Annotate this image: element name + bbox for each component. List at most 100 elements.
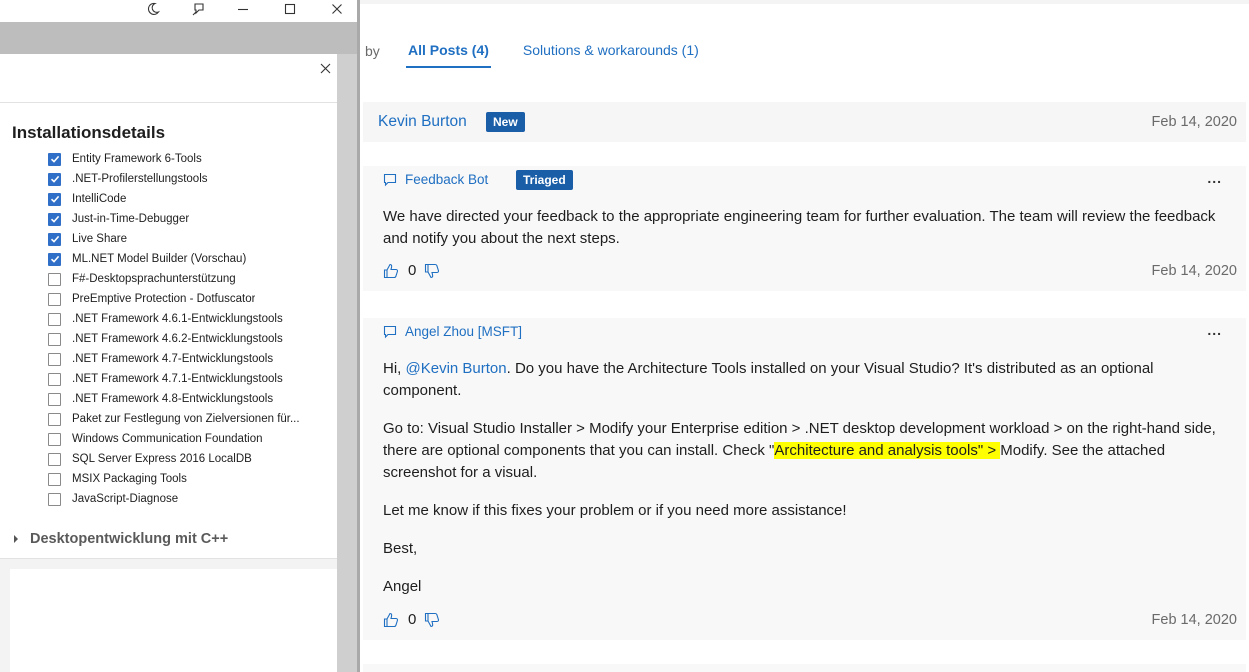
component-checkbox[interactable] [48, 172, 61, 186]
top-border [360, 0, 1249, 4]
component-label: .NET Framework 4.8-Entwicklungstools [72, 393, 274, 405]
component-item[interactable]: MSIX Packaging Tools [48, 469, 333, 489]
comment-icon [383, 325, 397, 339]
component-label: Paket zur Festlegung von Zielversionen f… [72, 413, 300, 425]
thumbs-up-icon[interactable] [383, 263, 399, 279]
thumbs-down-icon[interactable] [424, 612, 440, 628]
component-label: Windows Communication Foundation [72, 433, 263, 445]
component-item[interactable]: .NET-Profilerstellungstools [48, 169, 333, 189]
comment-paragraph: Go to: Visual Studio Installer > Modify … [383, 418, 1223, 484]
component-item[interactable]: .NET Framework 4.8-Entwicklungstools [48, 389, 333, 409]
component-checkbox[interactable] [48, 272, 61, 286]
feedback-page: by All Posts (4) Solutions & workarounds… [360, 0, 1249, 672]
panel-close-button[interactable] [316, 59, 334, 77]
component-checkbox[interactable] [48, 372, 61, 386]
component-checkbox[interactable] [48, 192, 61, 206]
component-checkbox[interactable] [48, 312, 61, 326]
comment-card: Angel Zhou [MSFT] ... Hi, @Kevin Burton.… [363, 318, 1246, 640]
component-checkbox[interactable] [48, 332, 61, 346]
component-label: .NET Framework 4.6.2-Entwicklungstools [72, 333, 283, 345]
component-item[interactable]: SQL Server Express 2016 LocalDB [48, 449, 333, 469]
component-checkbox[interactable] [48, 492, 61, 506]
component-checkbox[interactable] [48, 212, 61, 226]
comment-body: Hi, @Kevin Burton. Do you have the Archi… [383, 358, 1223, 614]
status-badge-triaged: Triaged [516, 170, 573, 190]
maximize-icon [284, 3, 296, 15]
component-checkbox[interactable] [48, 232, 61, 246]
workload-cpp-label: Desktopentwicklung mit C++ [30, 531, 229, 547]
component-item[interactable]: F#-Desktopsprachunterstützung [48, 269, 333, 289]
comment-header: Feedback Bot Triaged ... [363, 166, 1246, 192]
component-item[interactable]: .NET Framework 4.6.2-Entwicklungstools [48, 329, 333, 349]
close-icon [332, 4, 342, 14]
component-checkbox[interactable] [48, 392, 61, 406]
post-author-bar: Kevin Burton New Feb 14, 2020 [363, 102, 1246, 142]
comment-date: Feb 14, 2020 [1151, 263, 1237, 279]
tab-solutions-workarounds[interactable]: Solutions & workarounds (1) [521, 42, 701, 68]
component-label: JavaScript-Diagnose [72, 493, 179, 505]
commenter-link[interactable]: Angel Zhou [MSFT] [405, 324, 522, 339]
checkmark-icon [50, 235, 59, 243]
component-item[interactable]: JavaScript-Diagnose [48, 489, 333, 509]
component-checkbox[interactable] [48, 252, 61, 266]
moon-icon [147, 2, 160, 15]
component-item[interactable]: .NET Framework 4.7.1-Entwicklungstools [48, 369, 333, 389]
theme-button[interactable] [138, 0, 168, 18]
component-item[interactable]: PreEmptive Protection - Dotfuscator [48, 289, 333, 309]
tab-all-posts[interactable]: All Posts (4) [406, 42, 491, 68]
vote-controls: 0 [383, 611, 440, 628]
comment-icon [383, 173, 397, 187]
feedback-button[interactable] [183, 0, 213, 18]
post-author-link[interactable]: Kevin Burton [378, 113, 467, 131]
highlighted-text: Architecture and analysis tools" > [774, 442, 1001, 459]
mention-link[interactable]: @Kevin Burton [406, 360, 507, 377]
maximize-button[interactable] [275, 0, 305, 18]
component-item[interactable]: .NET Framework 4.7-Entwicklungstools [48, 349, 333, 369]
greeting-text: Hi, [383, 360, 406, 377]
vote-count: 0 [408, 262, 417, 279]
component-item[interactable]: Paket zur Festlegung von Zielversionen f… [48, 409, 333, 429]
component-checkbox[interactable] [48, 472, 61, 486]
component-item[interactable]: Just-in-Time-Debugger [48, 209, 333, 229]
component-checkbox[interactable] [48, 452, 61, 466]
component-label: MSIX Packaging Tools [72, 473, 187, 485]
workload-cpp-row[interactable]: Desktopentwicklung mit C++ [14, 529, 228, 549]
component-label: Entity Framework 6-Tools [72, 153, 202, 165]
comment-signature: Angel [383, 578, 422, 595]
component-checkbox[interactable] [48, 412, 61, 426]
component-checkbox[interactable] [48, 152, 61, 166]
checkmark-icon [50, 175, 59, 183]
close-icon [320, 63, 330, 73]
background-strip [0, 22, 360, 54]
installer-window: Installationsdetails Entity Framework 6-… [0, 0, 360, 672]
component-label: Live Share [72, 233, 127, 245]
component-checkbox[interactable] [48, 432, 61, 446]
more-options-button[interactable]: ... [1207, 322, 1222, 338]
component-label: .NET Framework 4.7-Entwicklungstools [72, 353, 274, 365]
component-item[interactable]: .NET Framework 4.6.1-Entwicklungstools [48, 309, 333, 329]
installation-details-panel: Installationsdetails Entity Framework 6-… [0, 54, 337, 672]
vote-count: 0 [408, 611, 417, 628]
component-checkbox[interactable] [48, 352, 61, 366]
component-item[interactable]: IntelliCode [48, 189, 333, 209]
component-item[interactable]: Entity Framework 6-Tools [48, 149, 333, 169]
component-item[interactable]: Windows Communication Foundation [48, 429, 333, 449]
component-checkbox[interactable] [48, 292, 61, 306]
comment-card: Feedback Bot Triaged ... We have directe… [363, 166, 1246, 291]
component-item[interactable]: Live Share [48, 229, 333, 249]
thumbs-up-icon[interactable] [383, 612, 399, 628]
comment-date: Feb 14, 2020 [1151, 612, 1237, 628]
comment-header: Angel Zhou [MSFT] ... [363, 318, 1246, 344]
divider [0, 102, 337, 103]
component-item[interactable]: ML.NET Model Builder (Vorschau) [48, 249, 333, 269]
post-tabs: All Posts (4) Solutions & workarounds (1… [406, 42, 731, 68]
commenter-link[interactable]: Feedback Bot [405, 172, 488, 187]
component-label: SQL Server Express 2016 LocalDB [72, 453, 252, 465]
thumbs-down-icon[interactable] [424, 263, 440, 279]
minimize-icon [238, 8, 248, 11]
minimize-button[interactable] [228, 0, 258, 18]
component-label: .NET-Profilerstellungstools [72, 173, 208, 185]
installation-details-heading: Installationsdetails [12, 123, 166, 142]
window-close-button[interactable] [322, 0, 352, 18]
more-options-button[interactable]: ... [1207, 170, 1222, 186]
